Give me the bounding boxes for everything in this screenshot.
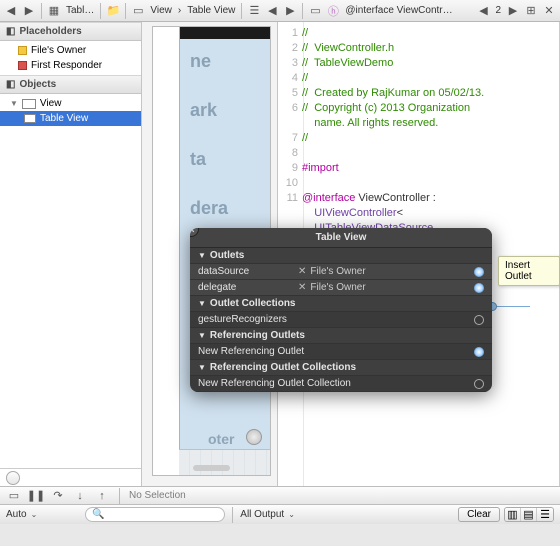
variables-pane-icon[interactable]: ▥ — [505, 508, 521, 521]
datasource-row[interactable]: dataSource ✕ File's Owner — [190, 264, 492, 280]
file-icon[interactable]: ▦ — [45, 3, 63, 19]
cube-red-icon — [18, 61, 27, 70]
connector-dot-icon[interactable] — [474, 379, 484, 389]
new-ref-outlet-row[interactable]: New Referencing Outlet — [190, 344, 492, 360]
chevron-icon: ⌄ — [31, 510, 38, 519]
view-rect-icon — [22, 99, 36, 109]
first-responder-item[interactable]: First Responder — [0, 58, 141, 73]
hide-icon[interactable]: ▭ — [6, 489, 22, 503]
issue-counter: 2 — [492, 5, 504, 16]
breadcrumb-tableview[interactable]: Table View — [184, 5, 238, 16]
ruler — [179, 449, 270, 475]
resize-handle[interactable] — [246, 429, 262, 445]
referencing-outlets-section[interactable]: ▼Referencing Outlets — [190, 328, 492, 344]
step-into-icon[interactable]: ↓ — [72, 489, 88, 503]
auto-popup[interactable]: Auto — [6, 509, 27, 520]
step-out-icon[interactable]: ↑ — [94, 489, 110, 503]
related-icon[interactable]: ☰ — [245, 3, 263, 19]
search-icon: 🔍 — [92, 509, 104, 520]
back-button[interactable]: ◀ — [2, 3, 20, 19]
forward2-button[interactable]: ▶ — [281, 3, 299, 19]
forward-button[interactable]: ▶ — [20, 3, 38, 19]
cube-yellow-icon — [18, 46, 27, 55]
all-output-popup[interactable]: All Output — [240, 509, 284, 520]
filter-bar — [0, 468, 141, 486]
insert-outlet-tooltip: Insert Outlet — [498, 256, 560, 286]
filter-button[interactable] — [6, 471, 20, 485]
counterpart-icon[interactable]: ▭ — [306, 3, 324, 19]
connector-dot-icon[interactable] — [474, 347, 484, 357]
document-outline: ◧ Placeholders File's Owner First Respon… — [0, 22, 142, 486]
view-icon[interactable]: ▭ — [129, 3, 147, 19]
close-assistant-button[interactable]: ✕ — [540, 3, 558, 19]
breadcrumb-interface[interactable]: @interface ViewContr… — [342, 5, 474, 16]
popover-title: Table View — [190, 228, 492, 248]
variables-search[interactable]: 🔍 — [85, 507, 225, 522]
disclosure-icon[interactable]: ▼ — [10, 99, 18, 108]
tableview-rect-icon — [24, 114, 36, 123]
connector-dot-icon[interactable] — [474, 267, 484, 277]
gesture-row[interactable]: gestureRecognizers — [190, 312, 492, 328]
connector-dot-icon[interactable] — [474, 315, 484, 325]
cube-icon: ◧ — [6, 79, 15, 90]
chevron-icon: ⌄ — [288, 510, 295, 519]
cube-icon: ◧ — [6, 26, 15, 37]
prev-issue-button[interactable]: ◀ — [474, 3, 492, 19]
folder-icon[interactable]: 📁 — [104, 3, 122, 19]
add-assistant-button[interactable]: ⊞ — [522, 3, 540, 19]
back2-button[interactable]: ◀ — [263, 3, 281, 19]
placeholders-header: ◧ Placeholders — [0, 22, 141, 41]
step-over-icon[interactable]: ↷ — [50, 489, 66, 503]
referencing-outlet-collections-section[interactable]: ▼Referencing Outlet Collections — [190, 360, 492, 376]
files-owner-item[interactable]: File's Owner — [0, 43, 141, 58]
delegate-row[interactable]: delegate ✕ File's Owner — [190, 280, 492, 296]
view-item[interactable]: ▼ View — [0, 96, 141, 111]
objects-header: ◧ Objects — [0, 75, 141, 94]
connector-dot-icon[interactable] — [474, 283, 484, 293]
no-selection-label: No Selection — [129, 490, 186, 501]
connections-popover: ✕ Table View ▼Outlets dataSource ✕ File'… — [190, 228, 492, 392]
pause-icon[interactable]: ❚❚ — [28, 489, 44, 503]
outlet-collections-section[interactable]: ▼Outlet Collections — [190, 296, 492, 312]
new-ref-outlet-coll-row[interactable]: New Referencing Outlet Collection — [190, 376, 492, 392]
console-pane-icon[interactable]: ☰ — [537, 508, 553, 521]
next-issue-button[interactable]: ▶ — [504, 3, 522, 19]
horizontal-scrollbar[interactable] — [193, 465, 230, 471]
table-view-item[interactable]: Table View — [0, 111, 141, 126]
view-segmented[interactable]: ▥ ▤ ☰ — [504, 507, 554, 522]
breadcrumb-view[interactable]: View — [147, 5, 175, 16]
console-bar: Auto ⌄ 🔍 All Output ⌄ Clear ▥ ▤ ☰ — [0, 504, 560, 524]
both-pane-icon[interactable]: ▤ — [521, 508, 537, 521]
outlets-section[interactable]: ▼Outlets — [190, 248, 492, 264]
debug-bar: ▭ ❚❚ ↷ ↓ ↑ No Selection — [0, 486, 560, 504]
clear-button[interactable]: Clear — [458, 507, 500, 522]
jump-bar: ◀ ▶ ▦ Tabl… 📁 ▭ View › Table View ☰ ◀ ▶ … — [0, 0, 560, 22]
footer-label: oter — [208, 431, 234, 447]
header-icon[interactable]: ⓗ — [324, 3, 342, 19]
breadcrumb-file[interactable]: Tabl… — [63, 5, 97, 16]
